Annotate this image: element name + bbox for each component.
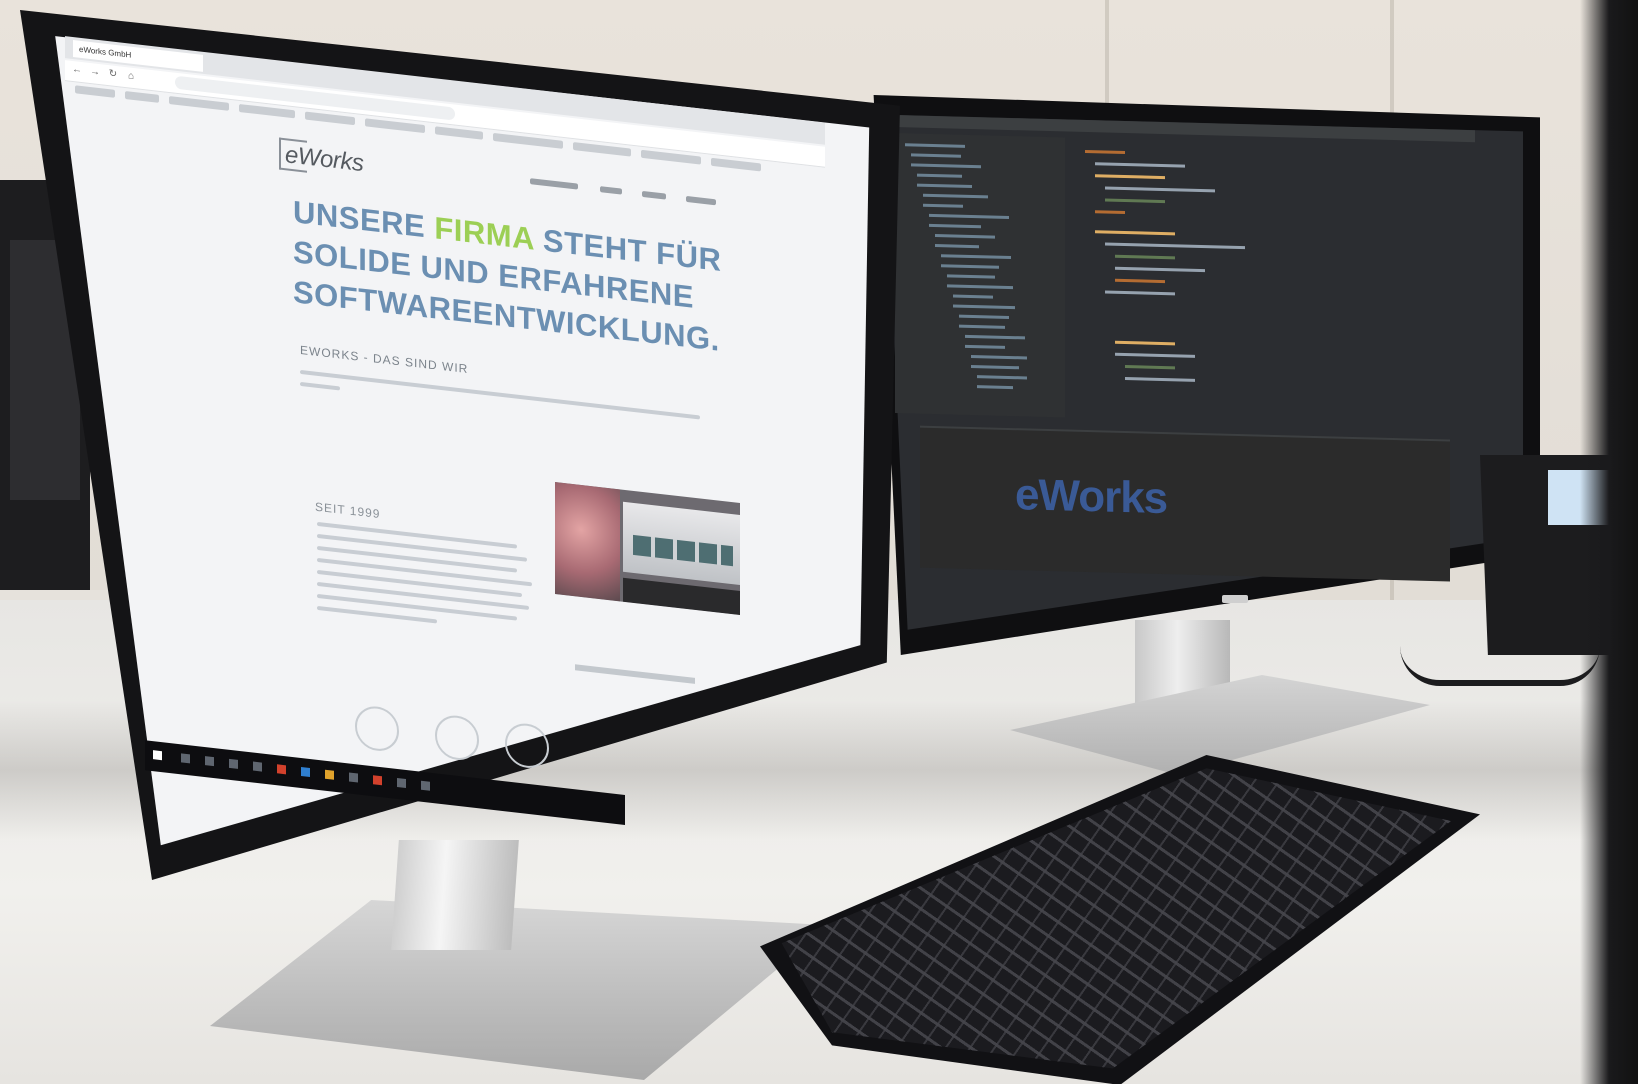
code-line bbox=[1115, 254, 1175, 260]
bookmark-item[interactable] bbox=[75, 85, 115, 98]
tree-item[interactable] bbox=[905, 143, 965, 148]
bookmark-item[interactable] bbox=[365, 118, 425, 134]
taskbar-app-icon[interactable] bbox=[277, 764, 286, 775]
taskbar-app-icon[interactable] bbox=[181, 753, 190, 764]
feature-icon[interactable] bbox=[355, 704, 399, 754]
bookmark-item[interactable] bbox=[169, 95, 229, 111]
tree-item[interactable] bbox=[929, 213, 1009, 219]
tree-item[interactable] bbox=[911, 163, 981, 169]
code-line bbox=[1115, 278, 1165, 284]
tree-item[interactable] bbox=[947, 284, 1013, 290]
monitor-brand-logo bbox=[1222, 595, 1248, 603]
console-ascii-logo: eWorks bbox=[1015, 470, 1168, 524]
bookmark-item[interactable] bbox=[641, 149, 701, 165]
tree-item[interactable] bbox=[935, 244, 979, 249]
tree-item[interactable] bbox=[977, 385, 1013, 390]
feature-icon[interactable] bbox=[505, 721, 549, 771]
taskbar-app-icon[interactable] bbox=[325, 769, 334, 780]
tree-item[interactable] bbox=[977, 375, 1027, 380]
code-line bbox=[1105, 186, 1215, 193]
feature-icon[interactable] bbox=[435, 713, 479, 763]
tree-item[interactable] bbox=[911, 153, 961, 158]
site-navigation bbox=[530, 176, 830, 222]
code-line bbox=[1105, 242, 1245, 250]
section-heading-since: SEIT 1999 bbox=[315, 499, 381, 522]
tree-item[interactable] bbox=[965, 344, 1005, 349]
tree-item[interactable] bbox=[917, 183, 972, 189]
code-line bbox=[1095, 210, 1125, 215]
taskbar-app-icon[interactable] bbox=[421, 780, 430, 791]
headline-highlight: FIRMA bbox=[434, 210, 534, 257]
code-line bbox=[1095, 162, 1185, 168]
tree-item[interactable] bbox=[953, 304, 1015, 310]
hero-headline: UNSERE FIRMA STEHT FÜR SOLIDE UND ERFAHR… bbox=[293, 192, 753, 364]
taskbar-app-icon[interactable] bbox=[205, 756, 214, 767]
tree-item[interactable] bbox=[947, 274, 995, 279]
bookmark-item[interactable] bbox=[573, 142, 631, 157]
ide-window: eWorks bbox=[895, 115, 1475, 600]
office-desk-photo: eWorks eWorks GmbH ← → ↻ ⌂ eWorks UNSERE… bbox=[0, 0, 1638, 1084]
taskbar-app-icon[interactable] bbox=[349, 772, 358, 783]
chair-edge bbox=[1580, 0, 1638, 1084]
forward-icon[interactable]: → bbox=[89, 66, 101, 79]
ground-image-part bbox=[623, 577, 740, 616]
taskbar-app-icon[interactable] bbox=[253, 761, 262, 772]
bookmark-item[interactable] bbox=[305, 111, 355, 126]
site-logo[interactable]: eWorks bbox=[285, 141, 363, 178]
back-icon[interactable]: ← bbox=[71, 64, 83, 77]
tree-item[interactable] bbox=[965, 334, 1025, 340]
code-line bbox=[1105, 290, 1175, 296]
tree-item[interactable] bbox=[923, 203, 963, 208]
tree-item[interactable] bbox=[959, 324, 1005, 329]
bookmark-item[interactable] bbox=[435, 126, 483, 140]
tree-item[interactable] bbox=[959, 314, 1009, 319]
section-heading-placeholder bbox=[575, 664, 695, 684]
ide-console-panel[interactable]: eWorks bbox=[920, 425, 1450, 582]
home-icon[interactable]: ⌂ bbox=[125, 70, 137, 83]
reload-icon[interactable]: ↻ bbox=[107, 68, 119, 81]
tree-item[interactable] bbox=[941, 254, 1011, 260]
tree-item[interactable] bbox=[971, 364, 1019, 370]
left-monitor-stand-neck bbox=[391, 840, 519, 950]
nav-item[interactable] bbox=[642, 190, 666, 200]
code-line bbox=[1125, 377, 1195, 382]
code-line bbox=[1115, 340, 1175, 346]
code-line bbox=[1085, 149, 1125, 155]
ide-project-tree[interactable] bbox=[895, 133, 1065, 418]
code-line bbox=[1095, 230, 1175, 236]
start-icon[interactable] bbox=[153, 750, 162, 761]
taskbar-app-icon[interactable] bbox=[229, 758, 238, 769]
nav-item[interactable] bbox=[600, 186, 622, 195]
nav-item[interactable] bbox=[530, 178, 578, 190]
paragraph-line bbox=[300, 381, 340, 391]
tree-image-part bbox=[555, 481, 620, 602]
code-line bbox=[1115, 352, 1195, 358]
tree-item[interactable] bbox=[923, 193, 988, 199]
tree-item[interactable] bbox=[935, 234, 995, 239]
nav-item[interactable] bbox=[686, 195, 716, 206]
phone-cable bbox=[1400, 640, 1600, 686]
code-line bbox=[1125, 365, 1175, 370]
tree-item[interactable] bbox=[953, 294, 993, 299]
bookmark-item[interactable] bbox=[239, 103, 295, 119]
tree-item[interactable] bbox=[971, 354, 1027, 360]
taskbar-app-icon[interactable] bbox=[373, 775, 382, 786]
section-heading: EWORKS - DAS SIND WIR bbox=[300, 342, 469, 377]
office-building-photo bbox=[555, 481, 740, 616]
paragraph-line bbox=[300, 369, 700, 420]
code-line bbox=[1095, 174, 1165, 180]
taskbar-app-icon[interactable] bbox=[397, 777, 406, 788]
browser-window: eWorks GmbH ← → ↻ ⌂ eWorks UNSERE FIRMA … bbox=[55, 30, 855, 881]
bookmark-item[interactable] bbox=[711, 157, 761, 172]
code-line bbox=[1105, 198, 1165, 204]
bookmark-item[interactable] bbox=[125, 90, 159, 103]
code-line bbox=[1115, 266, 1205, 273]
tree-item[interactable] bbox=[929, 223, 981, 229]
tree-item[interactable] bbox=[917, 173, 962, 178]
tree-item[interactable] bbox=[941, 264, 999, 269]
taskbar-app-icon[interactable] bbox=[301, 767, 310, 778]
